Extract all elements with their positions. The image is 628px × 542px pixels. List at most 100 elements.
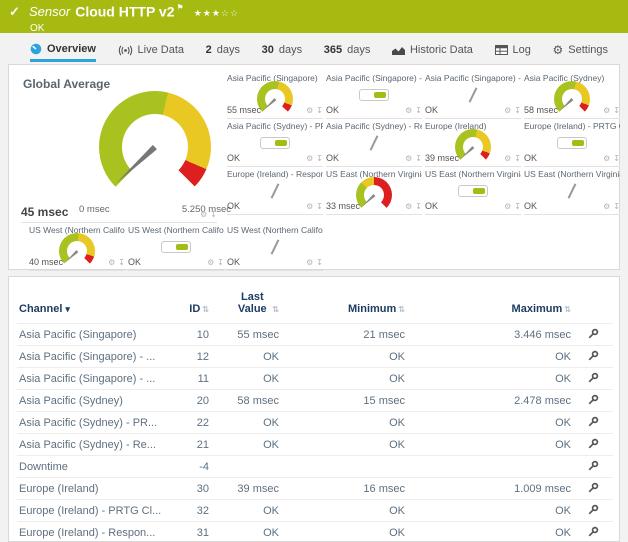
channel-tile-value: 40 msec [29,257,63,267]
pin-icon[interactable]: ↧ [415,202,422,211]
tab-log[interactable]: Log [495,38,531,62]
pin-icon[interactable]: ↧ [415,106,422,115]
column-label: Last Value [234,291,270,315]
priority-stars[interactable]: ★★★☆☆ [194,8,239,18]
historic-data-icon [392,45,405,56]
pin-icon[interactable]: ↧ [415,154,422,163]
gear-icon[interactable]: ⚙ [306,106,313,115]
global-average-gauge [99,91,211,203]
pin-icon[interactable]: ↧ [316,106,323,115]
gear-icon[interactable]: ⚙ [108,258,115,267]
channel-settings-icon[interactable] [588,526,599,540]
column-header-channel[interactable]: Channel▾ [17,287,169,324]
id-cell: 31 [169,522,211,542]
tab-2-days[interactable]: 2 days [206,38,240,62]
channel-settings-icon[interactable] [588,504,599,518]
id-cell: 32 [169,500,211,522]
column-header-id[interactable]: ID⇅ [169,287,211,324]
pin-icon[interactable]: ↧ [613,202,620,211]
tab-number: 2 [206,44,212,56]
channel-settings-icon[interactable] [588,394,599,408]
channel-settings-icon[interactable] [588,372,599,386]
channel-tile-value: OK [425,105,438,115]
last-value-cell: OK [211,434,281,456]
gear-icon[interactable]: ⚙ [200,210,207,219]
sensor-status: OK [30,23,239,34]
tab-overview[interactable]: Overview [30,38,96,62]
channel-settings-icon[interactable] [588,482,599,496]
gear-icon[interactable]: ⚙ [306,258,313,267]
needle-indicator [326,129,422,156]
tab-label: Log [513,44,531,56]
pin-icon[interactable]: ↧ [118,258,125,267]
channel-tile-value: OK [227,201,240,211]
gear-icon[interactable]: ⚙ [405,154,412,163]
maximum-cell: OK [407,346,573,368]
gear-icon[interactable]: ⚙ [207,258,214,267]
pin-icon[interactable]: ↧ [514,106,521,115]
column-header-last-value[interactable]: Last Value⇅ [211,287,281,324]
minimum-cell: OK [281,500,407,522]
tab-label: Overview [47,43,96,55]
pin-icon[interactable]: ↧ [316,154,323,163]
pin-icon[interactable]: ↧ [210,210,217,219]
gear-icon[interactable]: ⚙ [504,106,511,115]
gear-icon[interactable]: ⚙ [603,202,610,211]
needle-icon [271,183,280,198]
needle-indicator [227,177,323,204]
tab-365-days[interactable]: 365 days [324,38,371,62]
gear-icon[interactable]: ⚙ [405,202,412,211]
pin-icon[interactable]: ↧ [514,202,521,211]
sort-icon: ⇅ [272,305,279,314]
table-row: Asia Pacific (Sydney)2058 msec15 msec2.4… [17,390,613,412]
tab-label: Live Data [138,44,184,56]
maximum-cell: 3.446 msec [407,324,573,346]
channel-tile: Europe (Ireland)39 msec⚙↧ [425,121,521,167]
channel-tile-value: OK [524,153,537,163]
status-toggle-indicator [524,129,620,156]
pin-icon[interactable]: ↧ [613,106,620,115]
column-header-maximum[interactable]: Maximum⇅ [407,287,573,324]
channel-settings-icon[interactable] [588,350,599,364]
pin-icon[interactable]: ↧ [316,202,323,211]
global-average-value: 45 msec [21,205,68,219]
sort-icon: ⇅ [202,305,209,314]
pin-icon[interactable]: ↧ [613,154,620,163]
channel-settings-icon[interactable] [588,328,599,342]
gear-icon[interactable]: ⚙ [603,106,610,115]
gear-icon[interactable]: ⚙ [306,154,313,163]
tab-historic-data[interactable]: Historic Data [392,38,473,62]
tab-live-data[interactable]: Live Data [118,38,184,62]
tile-footer: OK ⚙↧ [524,201,620,215]
channel-settings-icon[interactable] [588,416,599,430]
gear-icon[interactable]: ⚙ [504,202,511,211]
channel-tile-value: 55 msec [227,105,261,115]
channel-tile: US East (Northern Virginia) - ...OK⚙↧ [425,169,521,215]
flag-icon[interactable]: ⚑ [177,3,184,12]
channel-tile-value: OK [524,201,537,211]
tab-settings[interactable]: ⚙Settings [552,38,608,62]
gear-icon[interactable]: ⚙ [504,154,511,163]
last-value-cell: 55 msec [211,324,281,346]
pin-icon[interactable]: ↧ [514,154,521,163]
gear-icon[interactable]: ⚙ [306,202,313,211]
pin-icon[interactable]: ↧ [316,258,323,267]
channel-tile: US East (Northern Virginia) - ...OK⚙↧ [524,169,620,215]
column-label: ID [189,303,200,315]
pin-icon[interactable]: ↧ [217,258,224,267]
tab-30-days[interactable]: 30 days [262,38,303,62]
id-cell: 20 [169,390,211,412]
channel-settings-icon[interactable] [588,460,599,474]
channel-settings-icon[interactable] [588,438,599,452]
channel-table-panel: Channel▾ID⇅Last Value⇅Minimum⇅Maximum⇅ A… [8,276,620,542]
table-row: Asia Pacific (Singapore)1055 msec21 msec… [17,324,613,346]
gear-icon[interactable]: ⚙ [603,154,610,163]
minimum-cell: 21 msec [281,324,407,346]
tile-footer: OK⚙↧ [425,201,521,215]
channel-cell: Downtime [17,456,169,478]
channel-tile: Asia Pacific (Singapore) - PR...OK⚙↧ [326,73,422,119]
column-header-minimum[interactable]: Minimum⇅ [281,287,407,324]
gear-icon[interactable]: ⚙ [405,106,412,115]
gauge-indicator [227,81,323,108]
maximum-cell: OK [407,368,573,390]
